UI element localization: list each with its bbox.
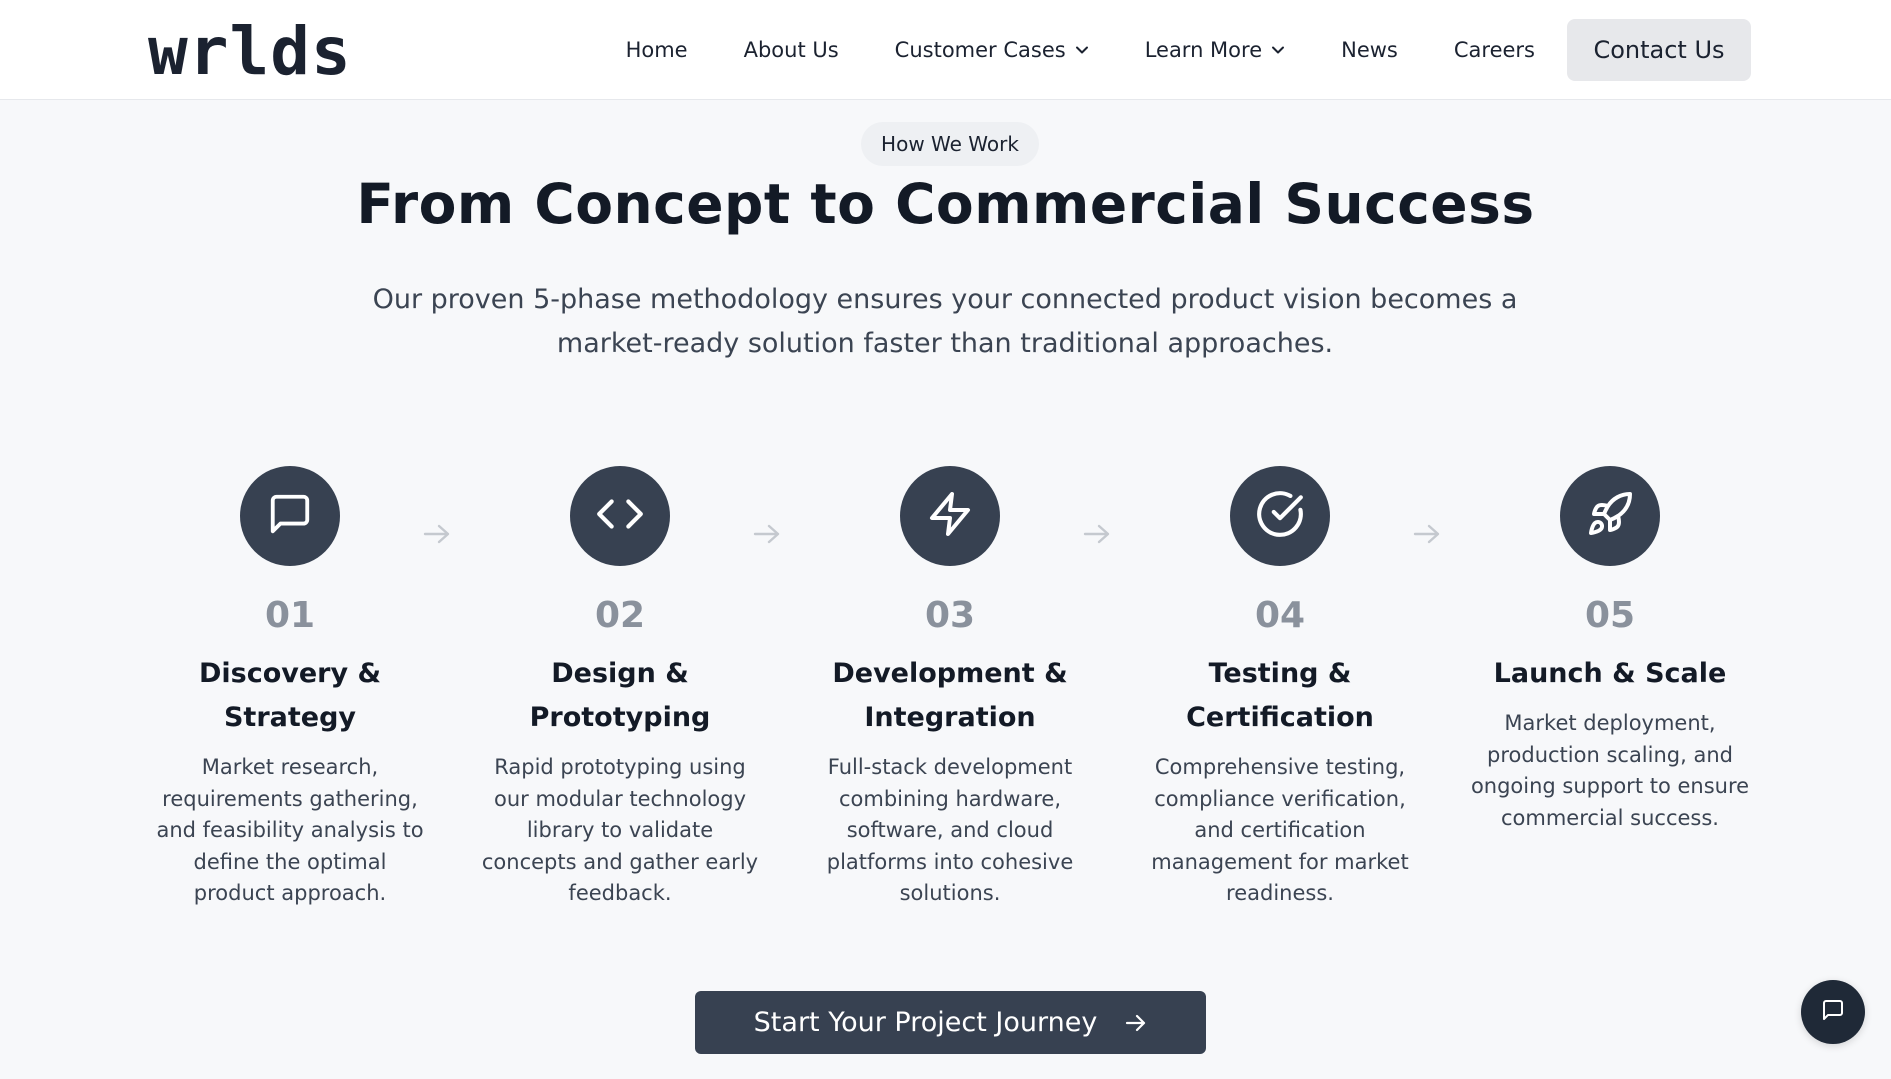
process-step-1: 01 Discovery & Strategy Market research,… — [145, 466, 435, 910]
nav-home-label: Home — [625, 38, 688, 62]
nav-learn-more-label: Learn More — [1144, 38, 1263, 62]
nav-news[interactable]: News — [1341, 38, 1398, 62]
contact-us-button[interactable]: Contact Us — [1567, 19, 1751, 81]
process-step-5: 05 Launch & Scale Market deployment, pro… — [1465, 466, 1755, 834]
step-number: 05 — [1584, 595, 1636, 636]
nav-customer-cases-label: Customer Cases — [894, 38, 1066, 62]
step-description: Rapid prototyping using our modular tech… — [481, 755, 759, 905]
chevron-down-icon — [1075, 45, 1089, 55]
nav-about-us-label: About Us — [743, 38, 839, 62]
step-description: Market research, requirements gathering,… — [156, 755, 424, 905]
code-icon — [595, 489, 645, 543]
step-number: 02 — [594, 595, 646, 636]
section-subtitle: Our proven 5-phase methodology ensures y… — [372, 284, 1518, 359]
lightning-bolt-icon — [926, 490, 974, 542]
nav-news-label: News — [1341, 38, 1398, 62]
brand-logo[interactable]: wrlds — [148, 12, 352, 92]
process-step-4: 04 Testing & Certification Comprehensive… — [1135, 466, 1425, 910]
chevron-down-icon — [1271, 45, 1285, 55]
start-project-button[interactable]: Start Your Project Journey — [695, 991, 1206, 1054]
step-icon-circle — [900, 466, 1000, 566]
step-description: Full-stack development combining hardwar… — [826, 755, 1074, 905]
step-icon-circle — [240, 466, 340, 566]
step-title: Testing & Certification — [1186, 658, 1374, 733]
arrow-right-icon — [1125, 1013, 1147, 1033]
start-project-button-label: Start Your Project Journey — [753, 1007, 1098, 1038]
nav-customer-cases[interactable]: Customer Cases — [895, 38, 1089, 62]
nav-about-us[interactable]: About Us — [744, 38, 839, 62]
step-title: Design & Prototyping — [529, 658, 711, 733]
step-title: Development & Integration — [832, 658, 1068, 733]
arrow-right-icon — [422, 522, 452, 546]
step-icon-circle — [570, 466, 670, 566]
step-description: Comprehensive testing, compliance verifi… — [1151, 755, 1409, 905]
step-icon-circle — [1230, 466, 1330, 566]
arrow-right-icon — [752, 522, 782, 546]
section-eyebrow-badge: How We Work — [861, 122, 1039, 166]
arrow-right-icon — [1082, 522, 1112, 546]
step-number: 03 — [924, 595, 976, 636]
message-square-icon — [267, 491, 313, 541]
section-title: From Concept to Commercial Success — [356, 172, 1535, 236]
process-step-2: 02 Design & Prototyping Rapid prototypin… — [475, 466, 765, 910]
step-title: Discovery & Strategy — [198, 658, 382, 733]
step-title: Launch & Scale — [1493, 658, 1727, 689]
nav-careers-label: Careers — [1453, 38, 1535, 62]
site-header: wrlds Home About Us Customer Cases Learn… — [0, 0, 1891, 100]
nav-home[interactable]: Home — [626, 38, 688, 62]
step-number: 04 — [1254, 595, 1306, 636]
nav-learn-more[interactable]: Learn More — [1145, 38, 1285, 62]
step-number: 01 — [264, 595, 316, 636]
chat-bubble-icon — [1821, 998, 1845, 1026]
nav-careers[interactable]: Careers — [1454, 38, 1535, 62]
arrow-right-icon — [1412, 522, 1442, 546]
check-circle-icon — [1255, 489, 1305, 543]
chat-widget-button[interactable] — [1801, 980, 1865, 1044]
rocket-icon — [1586, 490, 1634, 542]
main-nav: Home About Us Customer Cases Learn More … — [626, 19, 1751, 81]
step-description: Market deployment, production scaling, a… — [1470, 711, 1750, 830]
process-step-3: 03 Development & Integration Full-stack … — [805, 466, 1095, 910]
step-icon-circle — [1560, 466, 1660, 566]
